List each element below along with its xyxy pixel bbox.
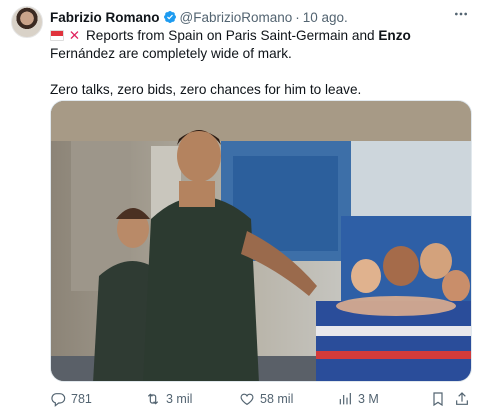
author-handle[interactable]: @FabrizioRomano bbox=[180, 10, 293, 25]
bookmark-icon bbox=[433, 392, 443, 407]
more-icon[interactable] bbox=[452, 6, 470, 24]
reply-icon bbox=[51, 393, 66, 407]
verified-badge-icon bbox=[163, 11, 176, 23]
timestamp[interactable]: 10 ago. bbox=[303, 10, 348, 25]
separator-dot: · bbox=[295, 9, 300, 25]
share-button[interactable] bbox=[454, 391, 470, 407]
share-icon bbox=[456, 392, 468, 405]
like-icon bbox=[240, 393, 254, 406]
cross-mark-icon: ✕ bbox=[68, 28, 81, 43]
tweet[interactable]: Fabrizio Romano @FabrizioRomano · 10 ago… bbox=[0, 0, 478, 411]
avatar[interactable] bbox=[11, 6, 43, 38]
tweet-text-bold: Enzo bbox=[378, 28, 411, 43]
author-name[interactable]: Fabrizio Romano bbox=[50, 10, 160, 25]
bookmark-button[interactable] bbox=[430, 391, 446, 407]
tweet-actions: 781 3 mil 58 mil 3 M bbox=[50, 391, 472, 409]
tweet-photo[interactable] bbox=[50, 100, 472, 382]
flag-icon bbox=[50, 30, 64, 41]
repost-count: 3 mil bbox=[166, 392, 193, 406]
tweet-text: ✕ Reports from Spain on Paris Saint-Germ… bbox=[50, 27, 470, 99]
like-button[interactable]: 58 mil bbox=[239, 391, 293, 407]
reply-count: 781 bbox=[71, 392, 92, 406]
views-button[interactable]: 3 M bbox=[337, 391, 379, 407]
tweet-line-2: Zero talks, zero bids, zero chances for … bbox=[50, 82, 362, 97]
tweet-text-part-2: Fernández are completely wide of mark. bbox=[50, 46, 292, 61]
views-count: 3 M bbox=[358, 392, 379, 406]
repost-icon bbox=[147, 393, 159, 405]
tweet-header: Fabrizio Romano @FabrizioRomano · 10 ago… bbox=[50, 8, 466, 26]
like-count: 58 mil bbox=[260, 392, 294, 406]
repost-button[interactable]: 3 mil bbox=[145, 391, 192, 407]
views-icon bbox=[339, 393, 351, 405]
photo-illustration bbox=[51, 101, 471, 381]
tweet-line-1: ✕ Reports from Spain on Paris Saint-Germ… bbox=[50, 27, 470, 63]
reply-button[interactable]: 781 bbox=[50, 391, 92, 407]
tweet-text-part-1: Reports from Spain on Paris Saint-Germai… bbox=[85, 28, 379, 43]
